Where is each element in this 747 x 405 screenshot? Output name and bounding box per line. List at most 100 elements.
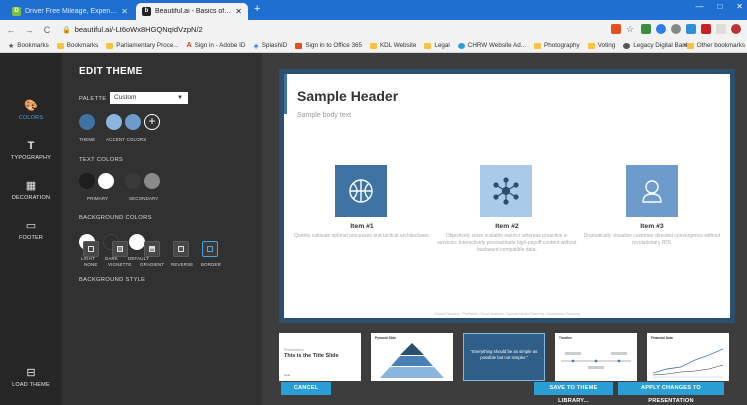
back-icon[interactable]: ← [4, 25, 18, 35]
url-text: beautiful.ai/-Lt6oWx8HGQNqIdVzpN/2 [74, 25, 203, 34]
thumbnail-title-slide[interactable]: Presentation This is the Title Slide sli… [279, 333, 361, 381]
apply-changes-button[interactable]: APPLY CHANGES TO PRESENTATION [618, 382, 724, 404]
profile-avatar-icon[interactable] [731, 24, 741, 34]
basketball-icon [335, 165, 387, 217]
cancel-button[interactable]: CANCEL [281, 382, 331, 395]
splashid-icon: ◈ [253, 42, 259, 50]
bg-style-none-icon [88, 246, 94, 252]
secondary-text-swatch[interactable] [125, 173, 141, 189]
bg-default-swatch[interactable] [129, 234, 145, 250]
palette-select[interactable]: Custom ▼ [110, 92, 188, 104]
bookmark-item[interactable]: Parliamentary Proce... [106, 42, 179, 49]
bg-style-vignette-icon [117, 246, 123, 252]
palette-icon: 🎨 [24, 100, 38, 112]
network-icon [480, 165, 532, 217]
folder-icon [424, 42, 432, 49]
bookmark-item[interactable]: A Sign in - Adobe ID [187, 42, 246, 49]
secondary-text-swatch[interactable] [144, 173, 160, 189]
primary-text-light-swatch[interactable] [98, 173, 114, 189]
bookmark-item[interactable]: Sign in to Office 365 [295, 42, 362, 49]
bg-style-border[interactable] [202, 241, 218, 257]
globe-icon [623, 42, 631, 49]
bg-style-reverse[interactable] [173, 241, 189, 257]
bg-style-label: GRADIENT [140, 262, 165, 267]
bg-style-label: VIGNETTE [108, 262, 132, 267]
bookmark-item[interactable]: ★ Bookmarks [8, 42, 49, 50]
tab-beautiful-ai[interactable]: b Beautiful.ai - Basics of EP ✕ [136, 3, 248, 20]
add-color-button[interactable]: + [144, 114, 160, 130]
close-icon[interactable]: ✕ [121, 7, 128, 16]
accent-color-swatch[interactable] [125, 114, 141, 130]
forward-icon[interactable]: → [22, 25, 36, 35]
bookmark-item[interactable]: KDL Website [369, 42, 416, 49]
bg-style-none[interactable] [83, 241, 99, 257]
bg-style-gradient-icon [149, 246, 155, 252]
extension-icon[interactable] [671, 24, 681, 34]
background-style-label: BACKGROUND STYLE [79, 277, 146, 283]
extension-icon[interactable] [686, 24, 696, 34]
folder-icon [369, 42, 377, 49]
tab-label: Beautiful.ai - Basics of EP [155, 8, 232, 15]
bg-style-label: BORDER [201, 262, 221, 267]
load-theme-button[interactable]: ⊟ LOAD THEME [0, 367, 62, 388]
rail-item-typography[interactable]: T TYPOGRAPHY [0, 140, 62, 161]
close-window-icon[interactable]: ✕ [736, 2, 743, 11]
palette-label: PALETTE [79, 96, 107, 102]
background-colors-label: BACKGROUND COLORS [79, 215, 152, 221]
driver-favicon-icon: D [12, 7, 21, 16]
extension-icon[interactable] [701, 24, 711, 34]
lock-icon: 🔒 [62, 26, 71, 34]
footer-icon: ▭ [25, 220, 37, 232]
accent-colors-label: ACCENT COLORS [106, 137, 147, 142]
thumbnail-timeline[interactable]: Timeline [555, 333, 637, 381]
extension-icon[interactable] [656, 24, 666, 34]
user-icon [626, 165, 678, 217]
folder-icon [587, 42, 595, 49]
thumbnail-financial[interactable]: Financial Data [647, 333, 729, 381]
extension-icon[interactable] [716, 24, 726, 34]
bookmarks-bar: ★ Bookmarks Bookmarks Parliamentary Proce… [0, 39, 747, 53]
bookmark-item[interactable]: Voting [587, 42, 615, 49]
thumbnail-quote[interactable]: “Everything should be as simple as possi… [463, 333, 545, 381]
window-controls: — □ ✕ [695, 2, 743, 11]
tab-driver-mileage[interactable]: D Driver Free Mileage, Expense & ... ✕ [6, 3, 134, 20]
bg-style-vignette[interactable] [112, 241, 128, 257]
reload-icon[interactable]: C [40, 25, 54, 35]
thumb-kicker: Presentation [284, 348, 304, 352]
rail-item-decoration[interactable]: ▦ DECORATION [0, 180, 62, 201]
accent-color-swatch[interactable] [106, 114, 122, 130]
slide-preview[interactable]: Sample Header Sample body text Item #1 Q… [279, 69, 735, 323]
close-icon[interactable]: ✕ [235, 7, 242, 16]
thumbnail-pyramid[interactable]: Pyramid Slide [371, 333, 453, 381]
rail-item-label: LOAD THEME [12, 382, 50, 388]
secondary-label: SECONDARY [129, 196, 159, 201]
bg-style-gradient[interactable] [144, 241, 160, 257]
new-tab-button[interactable]: + [254, 3, 260, 15]
extension-icon[interactable] [611, 24, 621, 34]
rail-item-colors[interactable]: 🎨 COLORS [0, 100, 62, 121]
folder-icon [534, 42, 541, 49]
bookmark-item[interactable]: Bookmarks [56, 42, 98, 49]
rail-item-label: DECORATION [11, 195, 51, 201]
extension-icon[interactable] [641, 24, 651, 34]
save-to-theme-library-button[interactable]: SAVE TO THEME LIBRARY... [534, 382, 613, 404]
item-description: Quickly cultivate optimal processes and … [294, 233, 430, 239]
rail-item-footer[interactable]: ▭ FOOTER [0, 220, 62, 241]
star-icon[interactable]: ☆ [626, 24, 636, 34]
bg-style-reverse-icon [178, 246, 184, 252]
url-field[interactable]: 🔒 beautiful.ai/-Lt6oWx8HGQNqIdVzpN/2 [62, 25, 203, 34]
text-colors-label: TEXT COLORS [79, 157, 124, 163]
bookmark-item[interactable]: Photography [534, 42, 580, 49]
adobe-icon: A [186, 42, 192, 49]
bg-style-border-icon [207, 246, 213, 252]
maximize-icon[interactable]: □ [717, 2, 722, 11]
other-bookmarks[interactable]: Other bookmarks [686, 42, 745, 49]
address-bar: ← → C 🔒 beautiful.ai/-Lt6oWx8HGQNqIdVzpN… [0, 20, 747, 39]
rail-item-label: COLORS [18, 115, 44, 121]
bookmark-item[interactable]: Legal [424, 42, 450, 49]
theme-color-swatch[interactable] [79, 114, 95, 130]
primary-text-dark-swatch[interactable] [79, 173, 95, 189]
minimize-icon[interactable]: — [695, 2, 703, 11]
bookmark-item[interactable]: CHRW Website Ad... [457, 42, 526, 49]
bookmark-item[interactable]: ◈ SplashID [253, 42, 287, 50]
